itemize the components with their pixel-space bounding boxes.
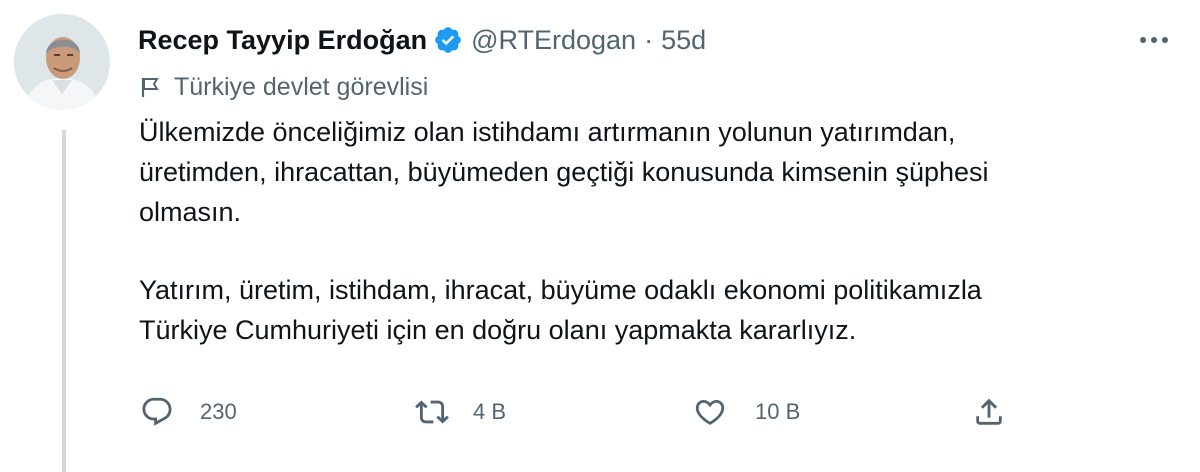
retweet-icon (415, 400, 449, 424)
tweet-paragraph: Yatırım, üretim, istihdam, ihracat, büyü… (139, 275, 982, 345)
account-label: Türkiye devlet görevlisi (140, 70, 428, 104)
tweet-paragraph: Ülkemizde önceliğimiz olan istihdamı art… (139, 117, 989, 227)
tweet-header: Recep Tayyip Erdoğan @RTErdogan · 55d (138, 20, 706, 60)
reply-button[interactable]: 230 (140, 390, 237, 434)
author-name[interactable]: Recep Tayyip Erdoğan (138, 25, 427, 56)
more-options-button[interactable] (1136, 26, 1172, 54)
share-icon (976, 398, 1002, 425)
verified-badge-icon (433, 25, 463, 55)
like-count: 10 B (755, 399, 801, 424)
flag-icon (141, 78, 159, 97)
author-handle[interactable]: @RTErdogan (471, 25, 636, 56)
thread-connector-line (62, 130, 66, 472)
label-text: Türkiye devlet görevlisi (174, 72, 429, 101)
reply-icon (142, 397, 172, 426)
heart-icon (695, 399, 725, 425)
profile-photo-icon (14, 14, 110, 110)
tweet-timestamp[interactable]: 55d (661, 25, 706, 56)
share-button[interactable] (972, 390, 1006, 434)
reply-count: 230 (200, 399, 237, 424)
separator-dot: · (644, 24, 654, 55)
retweet-button[interactable]: 4 B (415, 390, 506, 434)
more-icon (1140, 37, 1168, 43)
tweet-body: Ülkemizde önceliğimiz olan istihdamı art… (139, 112, 1169, 350)
retweet-count: 4 B (473, 399, 507, 424)
action-bar: 230 4 B 10 B (140, 390, 1020, 434)
avatar[interactable] (14, 14, 110, 110)
like-button[interactable]: 10 B (693, 390, 800, 434)
